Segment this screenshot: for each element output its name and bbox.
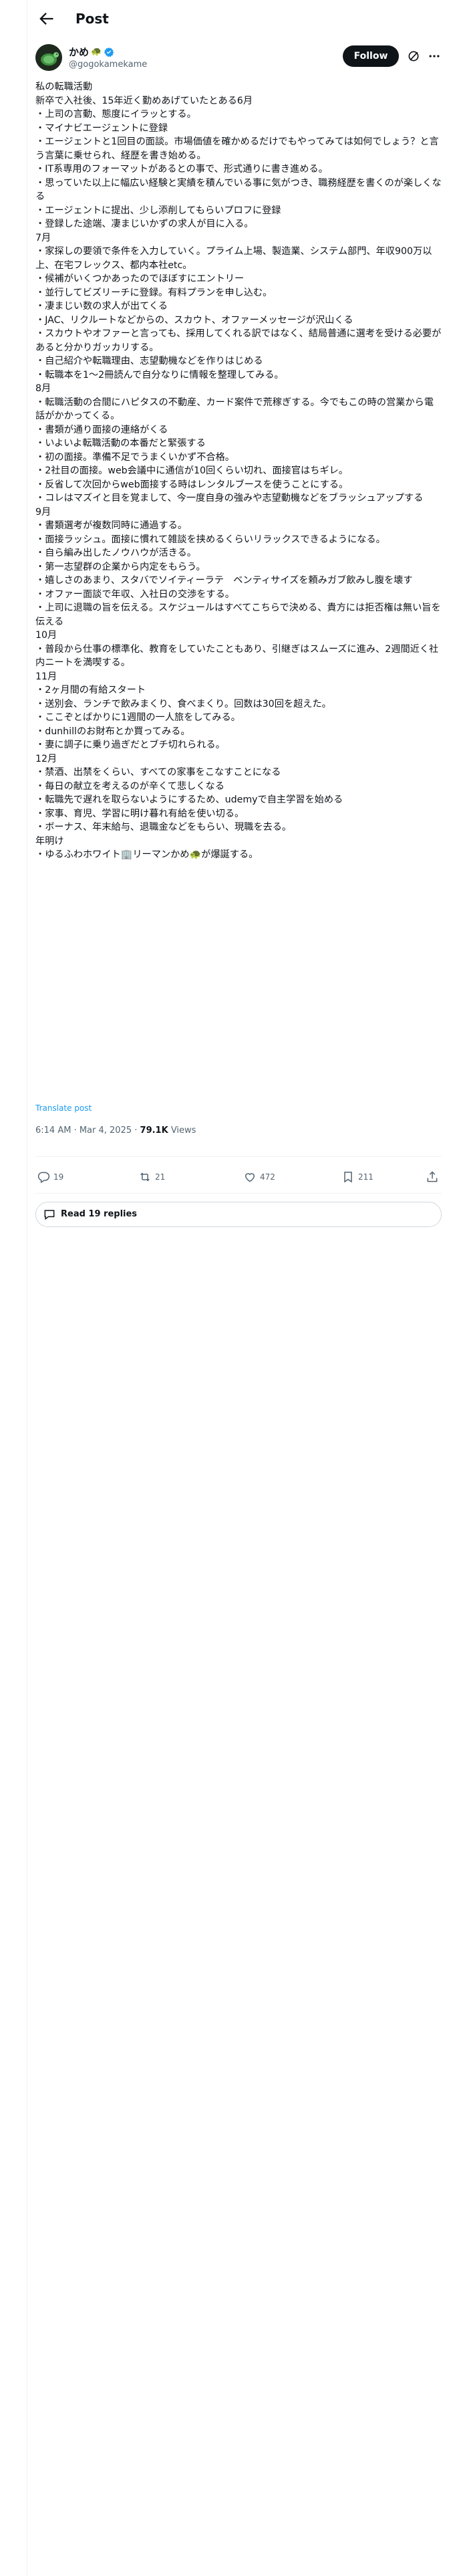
read-replies-label: Read 19 replies [61, 1209, 138, 1219]
post-line: ・スカウトやオファーと言っても、採用してくれる訳ではなく、結局普通に選考を受ける… [35, 328, 442, 353]
post-line: 12月 [35, 753, 57, 764]
like-count: 472 [260, 1172, 275, 1182]
like-icon [245, 1173, 255, 1182]
post-line: ・家探しの要領で条件を入力していく。プライム上場、製造業、システム部門、年収90… [35, 246, 432, 271]
speech-bubble-icon [44, 1210, 55, 1220]
divider-2 [35, 1193, 442, 1194]
share-icon [427, 1171, 438, 1182]
follow-button[interactable]: Follow [343, 45, 399, 67]
post-meta: 6:14 AM · Mar 4, 2025 · 79.1K Views [35, 1124, 196, 1138]
post-line: ・嬉しさのあまり、スタバでソイティーラテ ベンティサイズを頼みガブ飲みし腹を壊す [35, 575, 413, 586]
post-line: ・JAC、リクルートなどからの、スカウト、オファーメッセージが沢山くる [35, 314, 353, 326]
author-block: かめ 🐢 @gogokamekame Follow [35, 44, 443, 76]
avatar[interactable] [35, 44, 62, 71]
post-line: 10月 [35, 630, 57, 641]
post-line: 年明け [35, 835, 64, 847]
name-emoji: 🐢 [91, 47, 102, 57]
post-line: ・コレはマズイと目を覚まして、今一度自身の強みや志望動機などをブラッシュアップす… [35, 493, 424, 504]
post-line: ・2社目の面接。web会議中に通信が10回くらい切れ、面接官はちギレ。 [35, 465, 348, 476]
divider [35, 1156, 442, 1157]
post-line: ・妻に調子に乗り過ぎだとブチ切れられる。 [35, 740, 225, 750]
post-header: Post [27, 0, 451, 37]
post-line: ・いよいよ転職活動の本番だと緊張する [35, 438, 206, 449]
post-line: ・2ヶ月間の有給スタート [35, 685, 146, 695]
post-date[interactable]: Mar 4, 2025 [80, 1125, 132, 1136]
post-line: ・ゆるふわホワイト🏢リーマンかめ🐢が爆誕する。 [35, 849, 259, 860]
post-line: ・第一志望群の企業から内定をもらう。 [35, 561, 206, 572]
post-line: 11月 [35, 671, 57, 682]
bookmark-count: 211 [358, 1172, 373, 1182]
bookmark-button[interactable]: 211 [341, 1170, 373, 1184]
post-line: ・候補がいくつかあったのでほぼすにエントリー [35, 274, 245, 284]
back-arrow-icon[interactable] [37, 9, 55, 28]
post-line: ・エージェントと1回目の面談。市場価値を確かめるだけでもやってみては如何でしょう… [35, 136, 439, 161]
like-button[interactable]: 472 [243, 1170, 275, 1184]
page-title: Post [76, 11, 109, 27]
name-line: かめ 🐢 [69, 45, 114, 59]
post-line: ・初の面接。準備不足でうまくいかず不合格。 [35, 451, 235, 463]
post-line: ・エージェントに提出、少し添削してもらいプロフに登録 [35, 205, 281, 216]
read-replies-button[interactable]: Read 19 replies [35, 1202, 442, 1227]
author-handle[interactable]: @gogokamekame [69, 59, 147, 71]
bookmark-icon [344, 1172, 352, 1183]
post-line: ・dunhillのお財布とか買ってみる。 [35, 726, 190, 737]
post-line: ・並行してビズリーチに登録。有料プランを申し込む。 [35, 287, 273, 298]
verified-badge-icon [104, 47, 114, 58]
more-icon[interactable] [427, 49, 442, 63]
views-count: 79.1K [140, 1125, 168, 1136]
post-line: 8月 [35, 383, 51, 394]
post-line: ・IT系専用のフォーマットがあるとの事で、形式通りに書き進める。 [35, 164, 328, 175]
post-line: ・転職本を1〜2冊読んで自分なりに情報を整理してみる。 [35, 369, 284, 381]
post-line: ・禁酒、出禁をくらい、すべての家事をこなすことになる [35, 767, 281, 778]
post-line: ・思っていた以上に幅広い経験と実績を積んでいる事に気がつき、職務経歴を書くのが楽… [35, 177, 442, 203]
meta-separator: · [71, 1125, 80, 1136]
post-line: ・登録した途端、凄まじいかずの求人が目に入る。 [35, 219, 254, 229]
post-line: 私の転職活動 [35, 82, 93, 92]
post-line: ・面接ラッシュ。面接に慣れて雑談を挟めるくらいリラックスできるようになる。 [35, 534, 386, 545]
post-line: ・オファー面談で年収、入社日の交渉をする。 [35, 588, 235, 600]
post-line: ・送別会、ランチで飲みまくり、食べまくり。回数は30回を超えた。 [35, 698, 331, 710]
post-line: ・上司に退職の旨を伝える。スケジュールはすべてこちらで決める、貴方には拒否権は無… [35, 603, 441, 627]
post-line: ・ここぞとばかりに1週間の一人旅をしてみる。 [35, 712, 241, 723]
repost-button[interactable]: 21 [138, 1170, 165, 1184]
grok-icon[interactable] [407, 49, 420, 63]
translate-post-link[interactable]: Translate post [35, 1103, 92, 1113]
post-line: 新卒で入社後、15年近く勤めあげていたとある6月 [35, 95, 253, 106]
action-bar: 19 21 472 211 [35, 1165, 442, 1192]
post-line: ・書類が通り面接の連絡がくる [35, 424, 168, 435]
post-line: ・凄まじい数の求人が出てくる [35, 301, 168, 312]
post-line: ・転職活動の合間にハピタスの不動産、カード案件で荒稼ぎする。今でもこの時の営業か… [35, 397, 434, 422]
reply-button[interactable]: 19 [37, 1170, 63, 1184]
post-line: ・反省して次回からweb面接する時はレンタルブースを使うことにする。 [35, 479, 349, 490]
post-line: ・毎日の献立を考えるのが辛くて悲しくなる [35, 780, 224, 792]
turtle-avatar-icon [35, 44, 62, 71]
reply-icon [37, 1172, 50, 1184]
meta-separator-2: · [132, 1125, 140, 1136]
post-line: ・普段から仕事の標準化、教育をしていたこともあり、引継ぎはスムーズに進み、2週間… [35, 643, 439, 669]
post-line: ・転職先で遅れを取らないようにするため、udemyで自主学習を始める [35, 794, 343, 805]
post-line: ・上司の言動、態度にイラッとする。 [35, 109, 196, 120]
post-line: ・自ら編み出したノウハウが活きる。 [35, 548, 196, 558]
post-time[interactable]: 6:14 AM [35, 1125, 71, 1136]
post-line: 9月 [35, 506, 51, 518]
repost-icon [140, 1172, 150, 1182]
reply-count: 19 [53, 1172, 64, 1182]
share-button[interactable] [426, 1170, 439, 1184]
post-line: ・ボーナス、年末給与、退職金などをもらい、現職を去る。 [35, 822, 292, 833]
post-text: 私の転職活動新卒で入社後、15年近く勤めあげていたとある6月 ・上司の言動、態度に… [35, 80, 442, 862]
post-line: ・書類選考が複数同時に通過する。 [35, 520, 188, 531]
post-line: ・マイナビエージェントに登録 [35, 122, 168, 134]
display-name[interactable]: かめ [69, 45, 89, 59]
post-line: 7月 [35, 232, 51, 243]
post-line: ・自己紹介や転職理由、志望動機などを作りはじめる [35, 356, 263, 366]
repost-count: 21 [155, 1172, 166, 1182]
post-line: ・家事、育児、学習に明け暮れ有給を使い切る。 [35, 808, 245, 819]
views-label: Views [168, 1125, 196, 1136]
